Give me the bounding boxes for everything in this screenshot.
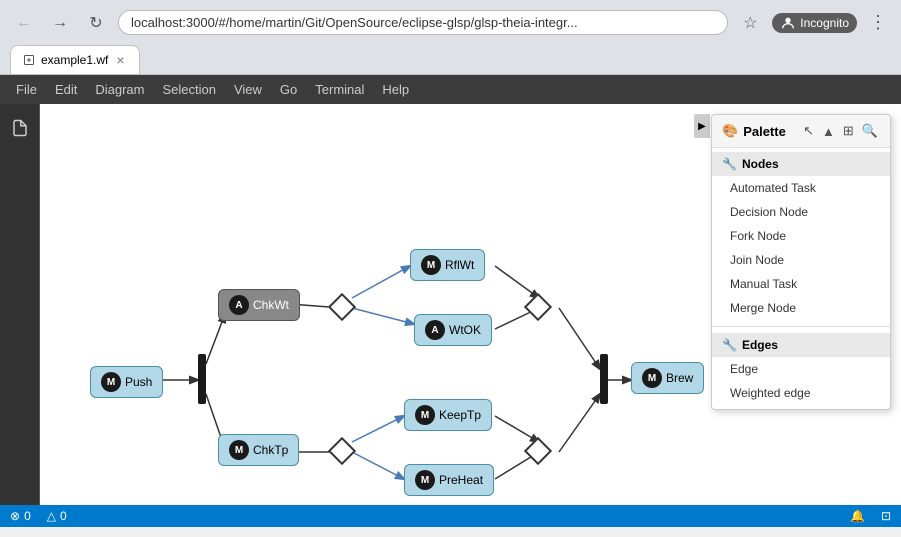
decision-node-2[interactable]	[524, 293, 552, 321]
url-bar[interactable]: localhost:3000/#/home/martin/Git/OpenSou…	[118, 10, 728, 35]
status-warnings[interactable]: △ 0	[47, 509, 67, 523]
palette-tool-search[interactable]: 🔍	[860, 121, 880, 141]
node-chktp-badge: M	[229, 440, 249, 460]
warning-icon: △	[47, 509, 56, 523]
url-text: localhost:3000/#/home/martin/Git/OpenSou…	[131, 15, 578, 30]
status-errors[interactable]: ⊗ 0	[10, 509, 31, 523]
palette: 🎨 Palette ↖ ▲ ⊞ 🔍 🔧 Nodes	[711, 114, 891, 410]
palette-nodes-header[interactable]: 🔧 Nodes	[712, 152, 890, 176]
star-button[interactable]: ☆	[736, 9, 764, 37]
decision-node-1[interactable]	[328, 293, 356, 321]
fork-node-left[interactable]	[198, 354, 206, 404]
incognito-label: Incognito	[800, 16, 849, 30]
menu-diagram[interactable]: Diagram	[87, 79, 152, 100]
node-chktp[interactable]: M ChkTp	[218, 434, 299, 466]
decision-node-4[interactable]	[524, 437, 552, 465]
refresh-button[interactable]: ↻	[82, 9, 110, 37]
tab-label: example1.wf	[41, 53, 108, 67]
palette-edges-label: Edges	[742, 338, 778, 352]
node-push[interactable]: M Push	[90, 366, 163, 398]
palette-item-automated-task[interactable]: Automated Task	[712, 176, 890, 200]
tab-close-button[interactable]: ×	[114, 52, 126, 68]
menu-terminal[interactable]: Terminal	[307, 79, 372, 100]
tab-bar: example1.wf ×	[0, 45, 901, 74]
palette-item-fork-node[interactable]: Fork Node	[712, 224, 890, 248]
node-chkwt[interactable]: A ChkWt	[218, 289, 300, 321]
menu-file[interactable]: File	[8, 79, 45, 100]
menu-selection[interactable]: Selection	[154, 79, 223, 100]
menu-help[interactable]: Help	[374, 79, 417, 100]
error-count: 0	[24, 509, 31, 523]
browser-menu-button[interactable]: ⋮	[865, 8, 891, 37]
notification-icon: 🔔	[850, 509, 865, 523]
palette-edges-icon: 🔧	[722, 338, 737, 352]
node-chkwt-badge: A	[229, 295, 249, 315]
node-rflwt-label: RflWt	[445, 258, 474, 272]
node-rflwt-badge: M	[421, 255, 441, 275]
node-push-badge: M	[101, 372, 121, 392]
browser-toolbar: ← → ↻ localhost:3000/#/home/martin/Git/O…	[0, 0, 901, 45]
palette-tool-grid[interactable]: ⊞	[841, 121, 856, 141]
node-wtok-badge: A	[425, 320, 445, 340]
canvas[interactable]: M Push A ChkWt M RflWt A WtOK M Brew	[40, 104, 901, 505]
palette-edges-section: 🔧 Edges Edge Weighted edge	[712, 329, 890, 409]
palette-item-edge[interactable]: Edge	[712, 357, 890, 381]
tab-example1[interactable]: example1.wf ×	[10, 45, 140, 74]
node-chkwt-label: ChkWt	[253, 298, 289, 312]
node-keeptp-label: KeepTp	[439, 408, 481, 422]
palette-item-manual-task[interactable]: Manual Task	[712, 272, 890, 296]
palette-header: 🎨 Palette ↖ ▲ ⊞ 🔍	[712, 115, 890, 148]
node-wtok[interactable]: A WtOK	[414, 314, 492, 346]
join-node-right[interactable]	[600, 354, 608, 404]
status-notification[interactable]: 🔔	[850, 509, 865, 523]
error-icon: ⊗	[10, 509, 20, 523]
incognito-badge: Incognito	[772, 13, 857, 33]
warning-count: 0	[60, 509, 67, 523]
palette-icon: 🎨	[722, 123, 738, 139]
node-wtok-label: WtOK	[449, 323, 481, 337]
palette-item-decision-node[interactable]: Decision Node	[712, 200, 890, 224]
forward-button[interactable]: →	[46, 9, 74, 37]
palette-tool-up[interactable]: ▲	[820, 121, 837, 141]
back-button[interactable]: ←	[10, 9, 38, 37]
palette-title: 🎨 Palette	[722, 123, 786, 139]
palette-nodes-icon: 🔧	[722, 157, 737, 171]
palette-divider	[712, 326, 890, 327]
node-keeptp[interactable]: M KeepTp	[404, 399, 492, 431]
node-chktp-label: ChkTp	[253, 443, 288, 457]
app-container: File Edit Diagram Selection View Go Term…	[0, 75, 901, 527]
browser-chrome: ← → ↻ localhost:3000/#/home/martin/Git/O…	[0, 0, 901, 75]
palette-item-join-node[interactable]: Join Node	[712, 248, 890, 272]
node-keeptp-badge: M	[415, 405, 435, 425]
status-bar: ⊗ 0 △ 0 🔔 ⊡	[0, 505, 901, 527]
node-push-label: Push	[125, 375, 152, 389]
decision-node-3[interactable]	[328, 437, 356, 465]
palette-item-merge-node[interactable]: Merge Node	[712, 296, 890, 320]
palette-tools: ↖ ▲ ⊞ 🔍	[801, 121, 880, 141]
node-rflwt[interactable]: M RflWt	[410, 249, 485, 281]
menu-bar: File Edit Diagram Selection View Go Term…	[0, 75, 901, 104]
upload-icon: ⊡	[881, 509, 891, 523]
palette-tool-select[interactable]: ↖	[801, 121, 816, 141]
node-preheat-badge: M	[415, 470, 435, 490]
node-brew-label: Brew	[666, 371, 693, 385]
node-brew-badge: M	[642, 368, 662, 388]
palette-nodes-label: Nodes	[742, 157, 779, 171]
sidebar	[0, 104, 40, 505]
menu-go[interactable]: Go	[272, 79, 305, 100]
node-preheat-label: PreHeat	[439, 473, 483, 487]
node-brew[interactable]: M Brew	[631, 362, 704, 394]
palette-nodes-section: 🔧 Nodes Automated Task Decision Node For…	[712, 148, 890, 324]
menu-edit[interactable]: Edit	[47, 79, 85, 100]
node-preheat[interactable]: M PreHeat	[404, 464, 494, 496]
palette-title-label: Palette	[743, 124, 786, 139]
menu-view[interactable]: View	[226, 79, 270, 100]
sidebar-icon-files[interactable]	[4, 112, 36, 144]
status-upload[interactable]: ⊡	[881, 509, 891, 523]
palette-edges-header[interactable]: 🔧 Edges	[712, 333, 890, 357]
palette-item-weighted-edge[interactable]: Weighted edge	[712, 381, 890, 405]
palette-collapse-button[interactable]: ▶	[694, 114, 710, 138]
main-content: M Push A ChkWt M RflWt A WtOK M Brew	[0, 104, 901, 505]
